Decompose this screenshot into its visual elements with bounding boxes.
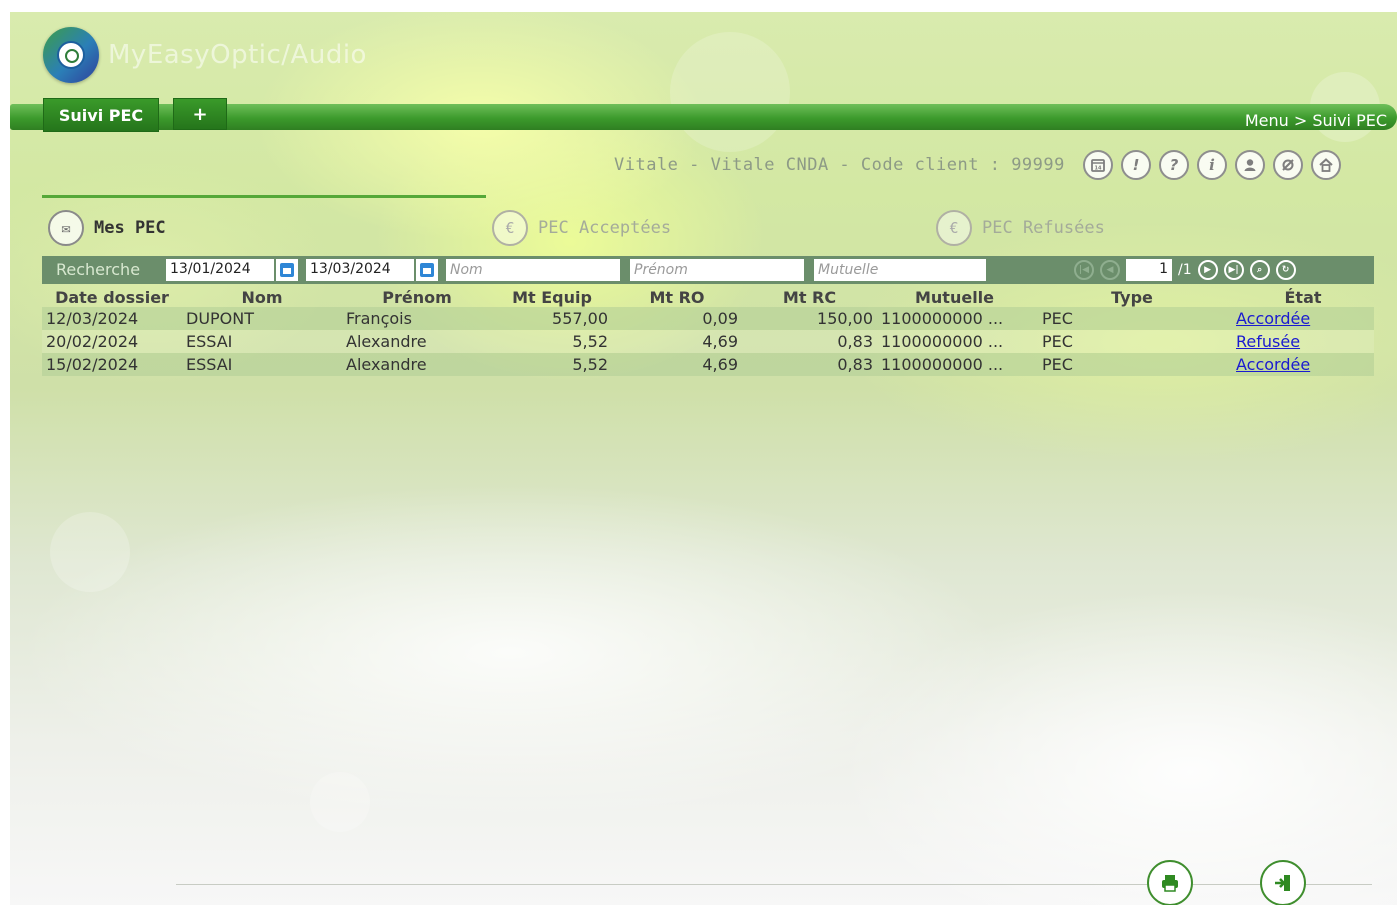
tab-pec-refusees[interactable]: € PEC Refusées: [936, 210, 1105, 246]
add-tab-button[interactable]: +: [173, 98, 227, 130]
cell-mutuelle: 1100000000 ...: [877, 353, 1032, 376]
col-header-mt-equip[interactable]: Mt Equip: [492, 287, 612, 307]
cell-mt-ro: 4,69: [612, 353, 742, 376]
prenom-input[interactable]: [630, 259, 804, 281]
date-to-calendar-button[interactable]: [416, 259, 438, 281]
app-background: MyEasyOptic/Audio Suivi PEC + Menu > Sui…: [10, 12, 1397, 905]
cell-mt-ro: 0,09: [612, 307, 742, 330]
mutuelle-input[interactable]: [814, 259, 986, 281]
exit-button[interactable]: [1260, 860, 1306, 905]
settings-icon[interactable]: [1273, 150, 1303, 180]
tab-mes-pec-label: Mes PEC: [94, 218, 166, 238]
bokeh-decoration: [670, 32, 790, 152]
page-number-input[interactable]: 1: [1126, 259, 1172, 281]
col-header-date[interactable]: Date dossier: [42, 287, 182, 307]
calendar-icon: [280, 263, 294, 277]
print-button[interactable]: [1147, 860, 1193, 905]
help-icon[interactable]: ?: [1159, 150, 1189, 180]
cell-etat: Refusée: [1232, 330, 1374, 353]
bokeh-decoration: [50, 512, 130, 592]
cell-type: PEC: [1032, 353, 1232, 376]
cell-etat: Accordée: [1232, 353, 1374, 376]
cell-date: 12/03/2024: [42, 307, 182, 330]
cell-mutuelle: 1100000000 ...: [877, 307, 1032, 330]
refresh-icon[interactable]: ↻: [1275, 260, 1296, 280]
tab-pec-acceptees-label: PEC Acceptées: [538, 218, 672, 238]
svg-text:14: 14: [1095, 166, 1102, 172]
euro-check-icon: €: [492, 210, 528, 246]
pec-table: Date dossier Nom Prénom Mt Equip Mt RO M…: [42, 287, 1374, 376]
info-icon[interactable]: i: [1197, 150, 1227, 180]
pagination: |◀ ◀ 1 /1 ▶ ▶| ⌕ ↻: [1074, 259, 1296, 281]
col-header-mutuelle[interactable]: Mutuelle: [877, 287, 1032, 307]
print-icon: [1162, 875, 1178, 892]
cell-mt-rc: 0,83: [742, 353, 877, 376]
etat-link[interactable]: Accordée: [1236, 355, 1310, 374]
client-info: Vitale - Vitale CNDA - Code client : 999…: [614, 155, 1065, 175]
bokeh-decoration: [310, 772, 370, 832]
cell-mutuelle: 1100000000 ...: [877, 330, 1032, 353]
cell-type: PEC: [1032, 330, 1232, 353]
search-icon[interactable]: ⌕: [1249, 260, 1270, 280]
date-from-calendar-button[interactable]: [276, 259, 298, 281]
active-tab-underline: [42, 195, 486, 198]
cell-prenom: Alexandre: [342, 330, 492, 353]
cell-nom: ESSAI: [182, 330, 342, 353]
etat-link[interactable]: Accordée: [1236, 309, 1310, 328]
cell-nom: ESSAI: [182, 353, 342, 376]
previous-page-icon[interactable]: ◀: [1100, 260, 1120, 280]
table-row[interactable]: 15/02/2024 ESSAI Alexandre 5,52 4,69 0,8…: [42, 353, 1374, 376]
cell-mt-equip: 5,52: [492, 330, 612, 353]
tab-pec-refusees-label: PEC Refusées: [982, 218, 1105, 238]
ear-eye-icon: [57, 41, 85, 69]
search-label: Recherche: [56, 260, 141, 279]
col-header-nom[interactable]: Nom: [182, 287, 342, 307]
next-page-icon[interactable]: ▶: [1197, 260, 1218, 280]
tab-suivi-pec[interactable]: Suivi PEC: [43, 98, 159, 132]
home-icon[interactable]: [1311, 150, 1341, 180]
cell-date: 20/02/2024: [42, 330, 182, 353]
col-header-mt-ro[interactable]: Mt RO: [612, 287, 742, 307]
cell-date: 15/02/2024: [42, 353, 182, 376]
calendar-icon: [420, 263, 434, 277]
nom-input[interactable]: [446, 259, 620, 281]
app-logo[interactable]: [43, 27, 99, 83]
cell-mt-equip: 5,52: [492, 353, 612, 376]
cell-mt-rc: 0,83: [742, 330, 877, 353]
search-bar: Recherche 13/01/2024 13/03/2024 |◀ ◀ 1 /…: [42, 256, 1374, 284]
breadcrumb[interactable]: Menu > Suivi PEC: [1245, 111, 1387, 130]
table-row[interactable]: 20/02/2024 ESSAI Alexandre 5,52 4,69 0,8…: [42, 330, 1374, 353]
page-total: /1: [1178, 262, 1192, 278]
table-row[interactable]: 12/03/2024 DUPONT François 557,00 0,09 1…: [42, 307, 1374, 330]
etat-link[interactable]: Refusée: [1236, 332, 1300, 351]
toolbar-icons: 14 ! ? i: [1083, 150, 1341, 180]
last-page-icon[interactable]: ▶|: [1223, 260, 1244, 280]
cell-mt-ro: 4,69: [612, 330, 742, 353]
cell-mt-rc: 150,00: [742, 307, 877, 330]
col-header-etat[interactable]: État: [1232, 287, 1374, 307]
alert-icon[interactable]: !: [1121, 150, 1151, 180]
cell-prenom: François: [342, 307, 492, 330]
cell-type: PEC: [1032, 307, 1232, 330]
cell-mt-equip: 557,00: [492, 307, 612, 330]
date-to-field[interactable]: 13/03/2024: [306, 259, 414, 281]
calendar-icon[interactable]: 14: [1083, 150, 1113, 180]
cell-nom: DUPONT: [182, 307, 342, 330]
first-page-icon[interactable]: |◀: [1074, 260, 1094, 280]
cell-etat: Accordée: [1232, 307, 1374, 330]
date-from-field[interactable]: 13/01/2024: [166, 259, 274, 281]
table-header-row: Date dossier Nom Prénom Mt Equip Mt RO M…: [42, 287, 1374, 307]
euro-envelope-icon: ✉: [48, 210, 84, 246]
cell-prenom: Alexandre: [342, 353, 492, 376]
col-header-mt-rc[interactable]: Mt RC: [742, 287, 877, 307]
tab-mes-pec[interactable]: ✉ Mes PEC: [48, 210, 166, 246]
exit-icon: [1275, 875, 1290, 891]
tab-pec-acceptees[interactable]: € PEC Acceptées: [492, 210, 671, 246]
app-name: MyEasyOptic/Audio: [108, 40, 367, 70]
col-header-type[interactable]: Type: [1032, 287, 1232, 307]
user-icon[interactable]: [1235, 150, 1265, 180]
euro-cross-icon: €: [936, 210, 972, 246]
col-header-prenom[interactable]: Prénom: [342, 287, 492, 307]
